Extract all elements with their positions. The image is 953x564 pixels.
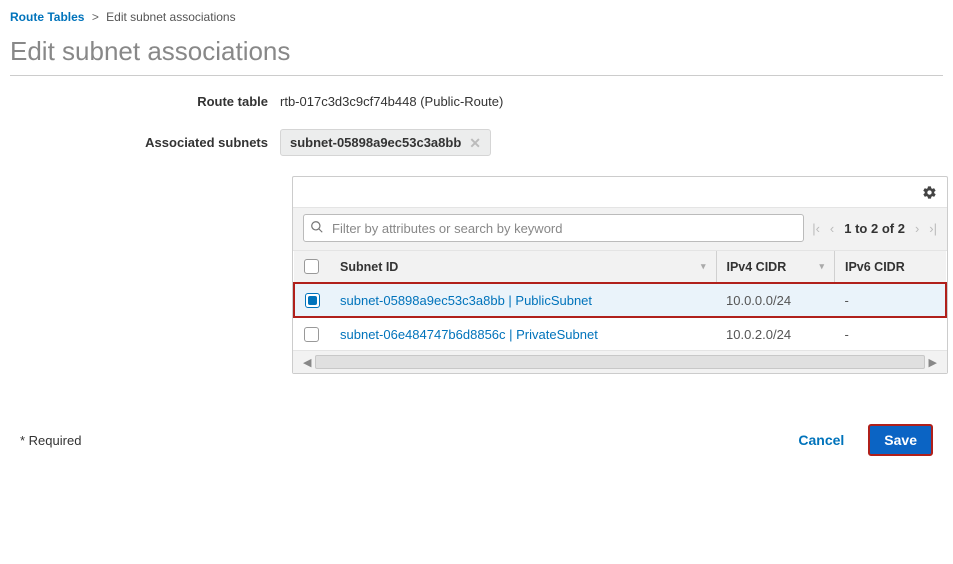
scroll-right-icon[interactable]: ▶ — [925, 356, 941, 369]
search-icon — [310, 220, 330, 237]
scroll-track[interactable] — [315, 355, 924, 369]
table-row[interactable]: subnet-05898a9ec53c3a8bb | PublicSubnet … — [294, 283, 946, 317]
subnet-link[interactable]: subnet-05898a9ec53c3a8bb | PublicSubnet — [340, 293, 592, 308]
chip-text: subnet-05898a9ec53c3a8bb — [290, 135, 461, 150]
page-title: Edit subnet associations — [10, 36, 943, 67]
ipv6-cell: - — [834, 283, 946, 317]
subnet-table-panel: |‹ ‹ 1 to 2 of 2 › ›| Subnet ID — [292, 176, 948, 374]
pager-next-icon[interactable]: › — [915, 221, 919, 236]
subnet-link[interactable]: subnet-06e484747b6d8856c | PrivateSubnet — [340, 327, 598, 342]
save-button[interactable]: Save — [868, 424, 933, 456]
row-checkbox[interactable] — [304, 327, 319, 342]
col-ipv4[interactable]: IPv4 CIDR — [727, 260, 787, 274]
chip-remove-icon[interactable]: ✕ — [469, 136, 481, 150]
sort-caret-icon[interactable]: ▾ — [701, 261, 706, 272]
scroll-left-icon[interactable]: ◀ — [299, 356, 315, 369]
pager-prev-icon[interactable]: ‹ — [830, 221, 834, 236]
pager-first-icon[interactable]: |‹ — [812, 221, 820, 236]
associated-subnet-chip[interactable]: subnet-05898a9ec53c3a8bb ✕ — [280, 129, 491, 156]
breadcrumb-current: Edit subnet associations — [106, 10, 235, 24]
breadcrumb: Route Tables > Edit subnet associations — [10, 6, 943, 32]
col-subnet-id[interactable]: Subnet ID — [340, 260, 398, 274]
pager-last-icon[interactable]: ›| — [929, 221, 937, 236]
required-note: * Required — [20, 433, 81, 448]
ipv4-cell: 10.0.0.0/24 — [716, 283, 834, 317]
ipv6-cell: - — [834, 317, 946, 350]
table-row[interactable]: subnet-06e484747b6d8856c | PrivateSubnet… — [294, 317, 946, 350]
search-box[interactable] — [303, 214, 804, 242]
select-all-checkbox[interactable] — [304, 259, 319, 274]
associated-subnets-label: Associated subnets — [10, 135, 280, 150]
col-ipv6[interactable]: IPv6 CIDR — [845, 260, 905, 274]
search-input[interactable] — [330, 220, 797, 237]
route-table-value: rtb-017c3d3c9cf74b448 (Public-Route) — [280, 94, 503, 109]
gear-icon[interactable] — [922, 188, 937, 203]
horizontal-scrollbar[interactable]: ◀ ▶ — [293, 350, 947, 373]
breadcrumb-root[interactable]: Route Tables — [10, 10, 84, 24]
sort-caret-icon[interactable]: ▾ — [819, 261, 824, 272]
row-checkbox[interactable] — [305, 293, 320, 308]
pager: |‹ ‹ 1 to 2 of 2 › ›| — [812, 221, 937, 236]
ipv4-cell: 10.0.2.0/24 — [716, 317, 834, 350]
cancel-button[interactable]: Cancel — [792, 431, 850, 449]
breadcrumb-sep: > — [92, 10, 99, 24]
pager-range: 1 to 2 of 2 — [844, 221, 905, 236]
route-table-label: Route table — [10, 94, 280, 109]
